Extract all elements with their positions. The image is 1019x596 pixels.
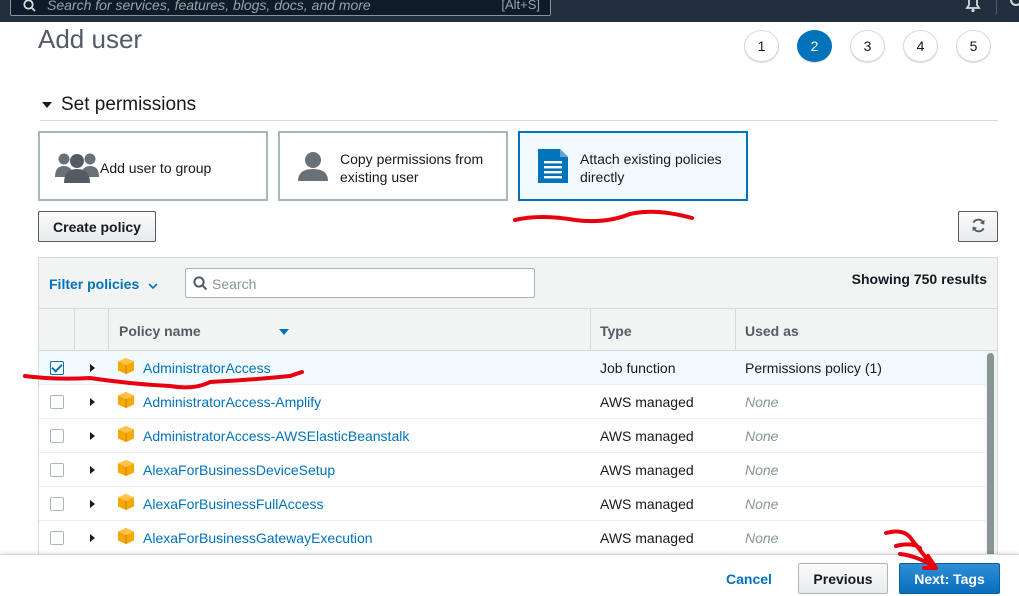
option-attach-existing-policies[interactable]: Attach existing policies directly xyxy=(518,131,748,201)
policy-type: AWS managed xyxy=(600,428,694,444)
wizard-steps: 1 2 3 4 5 xyxy=(744,30,991,62)
user-icon xyxy=(297,150,329,187)
policy-search-placeholder: Search xyxy=(212,276,257,292)
chevron-down-icon[interactable] xyxy=(148,278,158,296)
refresh-button[interactable] xyxy=(958,211,998,242)
wizard-step-2-active[interactable]: 2 xyxy=(797,30,832,62)
results-count: Showing 750 results xyxy=(851,271,987,287)
wizard-step-5[interactable]: 5 xyxy=(956,30,991,62)
table-row[interactable]: AlexaForBusinessFullAccess AWS managed N… xyxy=(39,487,985,521)
table-row[interactable]: AdministratorAccess-AWSElasticBeanstalk … xyxy=(39,419,985,453)
policy-type: Job function xyxy=(600,360,676,376)
column-header-policy-name: Policy name xyxy=(119,323,201,339)
policy-used-as: Permissions policy (1) xyxy=(745,360,882,376)
policy-box-icon xyxy=(118,494,134,515)
next-tags-button[interactable]: Next: Tags xyxy=(899,563,1000,594)
policy-search-input[interactable]: Search xyxy=(185,268,535,298)
policy-name-link[interactable]: AlexaForBusinessGatewayExecution xyxy=(143,530,373,546)
expand-row-icon[interactable] xyxy=(90,466,95,474)
previous-button[interactable]: Previous xyxy=(798,563,888,594)
policy-name-link[interactable]: AdministratorAccess-Amplify xyxy=(143,394,321,410)
wizard-step-4[interactable]: 4 xyxy=(903,30,938,62)
header-policy-name[interactable]: Policy name xyxy=(109,309,591,351)
set-permissions-section-header[interactable]: Set permissions xyxy=(40,93,998,121)
policy-name-link[interactable]: AdministratorAccess xyxy=(143,360,271,376)
policy-name-link[interactable]: AlexaForBusinessFullAccess xyxy=(143,496,324,512)
header-type[interactable]: Type xyxy=(591,309,736,351)
column-header-type: Type xyxy=(600,323,632,339)
expand-row-icon[interactable] xyxy=(90,534,95,542)
sort-descending-icon xyxy=(279,329,289,335)
policy-box-icon xyxy=(118,528,134,549)
caret-down-icon xyxy=(42,102,52,108)
option-copy-permissions[interactable]: Copy permissions from existing user xyxy=(278,131,508,201)
row-checkbox[interactable] xyxy=(50,497,64,511)
search-icon xyxy=(193,276,208,296)
group-icon xyxy=(54,149,100,190)
header-used-as[interactable]: Used as xyxy=(736,309,997,351)
table-scrollbar[interactable] xyxy=(985,351,997,556)
policy-used-as: None xyxy=(745,428,779,444)
table-row[interactable]: AlexaForBusinessGatewayExecution AWS man… xyxy=(39,521,985,555)
policy-box-icon xyxy=(118,460,134,481)
policy-used-as: None xyxy=(745,496,779,512)
option-label: Attach existing policies directly xyxy=(580,151,722,185)
policy-type: AWS managed xyxy=(600,394,694,410)
table-row[interactable]: AdministratorAccess-Amplify AWS managed … xyxy=(39,385,985,419)
policy-box-icon xyxy=(118,392,134,413)
column-header-used-as: Used as xyxy=(745,323,799,339)
expand-row-icon[interactable] xyxy=(90,398,95,406)
wizard-footer: Cancel Previous Next: Tags xyxy=(0,554,1019,596)
table-header-row: Policy name Type Used as xyxy=(39,309,997,351)
option-label: Copy permissions from existing user xyxy=(340,151,484,185)
expand-row-icon[interactable] xyxy=(90,432,95,440)
search-shortcut-hint: [Alt+S] xyxy=(501,0,540,12)
policy-type: AWS managed xyxy=(600,462,694,478)
policy-type: AWS managed xyxy=(600,530,694,546)
wizard-step-3[interactable]: 3 xyxy=(850,30,885,62)
table-row[interactable]: AdministratorAccess Job function Permiss… xyxy=(39,351,985,385)
header-select-cell xyxy=(39,309,75,351)
table-filter-bar: Filter policies Search Showing 750 resul… xyxy=(39,258,997,309)
top-navigation-bar: Search for services, features, blogs, do… xyxy=(0,0,1019,22)
policy-name-link[interactable]: AdministratorAccess-AWSElasticBeanstalk xyxy=(143,428,409,444)
annotation-underline-attach-policies xyxy=(513,209,694,224)
policy-type: AWS managed xyxy=(600,496,694,512)
wizard-step-1[interactable]: 1 xyxy=(744,30,779,62)
row-checkbox[interactable] xyxy=(50,463,64,477)
option-add-user-to-group[interactable]: Add user to group xyxy=(38,131,268,201)
row-checkbox[interactable] xyxy=(50,531,64,545)
row-checkbox-checked[interactable] xyxy=(50,361,64,375)
table-row[interactable]: AlexaForBusinessDeviceSetup AWS managed … xyxy=(39,453,985,487)
global-search-placeholder: Search for services, features, blogs, do… xyxy=(47,0,371,13)
cancel-link[interactable]: Cancel xyxy=(726,571,772,587)
support-menu-icon[interactable] xyxy=(1010,0,1019,6)
expand-row-icon[interactable] xyxy=(90,500,95,508)
search-icon xyxy=(23,0,36,17)
filter-policies-dropdown[interactable]: Filter policies xyxy=(49,276,139,292)
create-policy-button[interactable]: Create policy xyxy=(38,211,156,242)
page-title: Add user xyxy=(38,24,143,54)
scrollbar-thumb[interactable] xyxy=(987,353,994,556)
policy-name-link[interactable]: AlexaForBusinessDeviceSetup xyxy=(143,462,335,478)
row-checkbox[interactable] xyxy=(50,429,64,443)
bell-icon[interactable] xyxy=(963,0,983,19)
global-search-input[interactable]: Search for services, features, blogs, do… xyxy=(10,0,551,16)
policy-box-icon xyxy=(118,358,134,379)
row-checkbox[interactable] xyxy=(50,395,64,409)
refresh-icon xyxy=(971,218,986,236)
expand-row-icon[interactable] xyxy=(90,364,95,372)
aws-iam-add-user-page: Search for services, features, blogs, do… xyxy=(0,0,1019,596)
policies-table: Filter policies Search Showing 750 resul… xyxy=(38,257,998,557)
document-icon xyxy=(538,149,568,188)
policy-box-icon xyxy=(118,426,134,447)
policy-used-as: None xyxy=(745,394,779,410)
table-body: AdministratorAccess Job function Permiss… xyxy=(39,351,985,555)
header-expand-cell xyxy=(75,309,109,351)
policy-used-as: None xyxy=(745,530,779,546)
policy-used-as: None xyxy=(745,462,779,478)
option-label: Add user to group xyxy=(100,160,212,176)
nav-divider xyxy=(996,0,997,14)
set-permissions-title: Set permissions xyxy=(61,94,197,115)
